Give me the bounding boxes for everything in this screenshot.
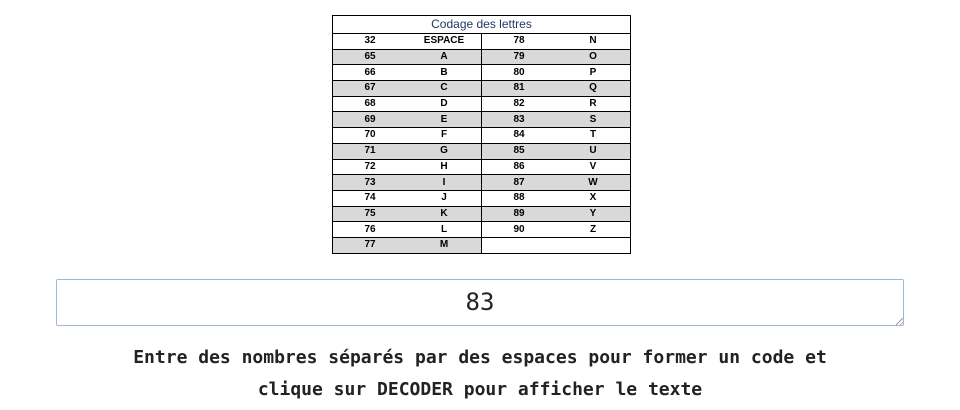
code-number-cell: 85 xyxy=(481,142,556,160)
letter-cell: R xyxy=(556,95,631,113)
code-number-cell: 32 xyxy=(332,33,407,50)
letter-cell: A xyxy=(407,48,482,66)
code-number-cell: 84 xyxy=(481,127,556,144)
letter-cell xyxy=(556,236,631,254)
code-number-cell: 83 xyxy=(481,111,556,129)
code-number-cell: 65 xyxy=(332,48,407,66)
letter-cell: X xyxy=(556,189,631,207)
table-row: 65 A 79 O xyxy=(332,48,631,66)
code-number-cell: 68 xyxy=(332,95,407,113)
letter-cell: H xyxy=(407,158,482,176)
instructions-line-1: Entre des nombres séparés par des espace… xyxy=(133,347,827,368)
table-row: 66 B 80 P xyxy=(332,64,631,82)
table-title: Codage des lettres xyxy=(332,15,631,33)
letter-cell: B xyxy=(407,64,482,82)
table-row: 71 G 85 U xyxy=(332,142,631,160)
letter-cell: K xyxy=(407,205,482,223)
letter-cell: Y xyxy=(556,205,631,223)
code-number-cell: 88 xyxy=(481,189,556,207)
instructions-line-2: clique sur DECODER pour afficher le text… xyxy=(257,379,703,400)
table-row: 73 I 87 W xyxy=(332,174,631,191)
table-row: 75 K 89 Y xyxy=(332,205,631,223)
letter-cell: ESPACE xyxy=(407,33,482,50)
code-number-cell: 80 xyxy=(481,64,556,82)
code-number-cell: 76 xyxy=(332,221,407,238)
table-row: 72 H 86 V xyxy=(332,158,631,176)
table-row: 67 C 81 Q xyxy=(332,80,631,97)
letter-code-table: Codage des lettres 32 ESPACE 78 N 65 A 79 O 66 B 8… xyxy=(332,15,631,254)
table-row: 77 M xyxy=(332,236,631,254)
code-number-cell: 86 xyxy=(481,158,556,176)
code-input[interactable] xyxy=(56,279,904,326)
letter-cell: G xyxy=(407,142,482,160)
table-row: 32 ESPACE 78 N xyxy=(332,33,631,50)
letter-cell: Z xyxy=(556,221,631,238)
code-number-cell: 69 xyxy=(332,111,407,129)
code-number-cell: 72 xyxy=(332,158,407,176)
table-row: 70 F 84 T xyxy=(332,127,631,144)
letter-cell: J xyxy=(407,189,482,207)
code-number-cell: 90 xyxy=(481,221,556,238)
letter-cell: D xyxy=(407,95,482,113)
code-number-cell: 71 xyxy=(332,142,407,160)
code-number-cell: 89 xyxy=(481,205,556,223)
letter-cell: O xyxy=(556,48,631,66)
letter-cell: P xyxy=(556,64,631,82)
letter-cell: N xyxy=(556,33,631,50)
code-number-cell: 66 xyxy=(332,64,407,82)
code-number-cell: 81 xyxy=(481,80,556,97)
table-body: 32 ESPACE 78 N 65 A 79 O 66 B 80 P 67 C 81 Q 68 D 82 R 69 E 83… xyxy=(332,33,631,254)
code-number-cell: 87 xyxy=(481,174,556,191)
resize-grip-icon[interactable] xyxy=(896,318,903,325)
code-number-cell: 82 xyxy=(481,95,556,113)
table-row: 69 E 83 S xyxy=(332,111,631,129)
code-number-cell xyxy=(481,236,556,254)
code-number-cell: 79 xyxy=(481,48,556,66)
letter-cell: C xyxy=(407,80,482,97)
letter-cell: M xyxy=(407,236,482,254)
table-row: 76 L 90 Z xyxy=(332,221,631,238)
letter-cell: I xyxy=(407,174,482,191)
code-number-cell: 74 xyxy=(332,189,407,207)
code-number-cell: 78 xyxy=(481,33,556,50)
letter-cell: Q xyxy=(556,80,631,97)
code-number-cell: 73 xyxy=(332,174,407,191)
table-row: 74 J 88 X xyxy=(332,189,631,207)
code-number-cell: 75 xyxy=(332,205,407,223)
letter-cell: W xyxy=(556,174,631,191)
code-number-cell: 77 xyxy=(332,236,407,254)
table-row: 68 D 82 R xyxy=(332,95,631,113)
code-number-cell: 67 xyxy=(332,80,407,97)
letter-cell: V xyxy=(556,158,631,176)
instructions-text: Entre des nombres séparés par des espace… xyxy=(40,342,920,406)
letter-cell: F xyxy=(407,127,482,144)
letter-cell: L xyxy=(407,221,482,238)
letter-cell: E xyxy=(407,111,482,129)
code-number-cell: 70 xyxy=(332,127,407,144)
letter-cell: T xyxy=(556,127,631,144)
letter-cell: S xyxy=(556,111,631,129)
letter-cell: U xyxy=(556,142,631,160)
